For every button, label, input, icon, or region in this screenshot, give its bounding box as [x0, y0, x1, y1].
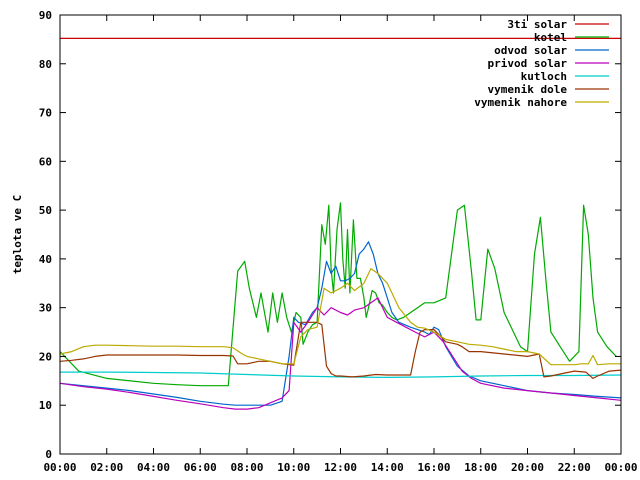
- x-tick-label: 04:00: [137, 461, 170, 474]
- legend-label: vymenik dole: [488, 83, 568, 96]
- x-tick-label: 16:00: [417, 461, 450, 474]
- y-tick-label: 20: [39, 350, 52, 363]
- y-tick-label: 60: [39, 155, 52, 168]
- y-tick-label: 90: [39, 9, 52, 22]
- x-tick-label: 14:00: [371, 461, 404, 474]
- y-tick-label: 40: [39, 253, 52, 266]
- x-tick-label: 20:00: [511, 461, 544, 474]
- y-axis-label: teplota ve C: [11, 195, 24, 274]
- legend-label: kotel: [534, 31, 567, 44]
- x-tick-label: 06:00: [184, 461, 217, 474]
- x-tick-label: 02:00: [90, 461, 123, 474]
- y-tick-label: 70: [39, 107, 52, 120]
- x-tick-label: 22:00: [558, 461, 591, 474]
- x-tick-label: 12:00: [324, 461, 357, 474]
- legend-label: 3ti solar: [507, 18, 567, 31]
- y-tick-label: 30: [39, 302, 52, 315]
- legend-label: privod solar: [488, 57, 568, 70]
- legend-label: odvod solar: [494, 44, 567, 57]
- y-tick-label: 50: [39, 204, 52, 217]
- x-tick-label: 08:00: [230, 461, 263, 474]
- x-tick-label: 10:00: [277, 461, 310, 474]
- y-tick-label: 0: [45, 448, 52, 461]
- legend-label: kutloch: [521, 70, 567, 83]
- x-tick-label: 00:00: [43, 461, 76, 474]
- x-tick-label: 18:00: [464, 461, 497, 474]
- y-tick-label: 10: [39, 399, 52, 412]
- legend-label: vymenik nahore: [474, 96, 567, 109]
- x-tick-label: 00:00: [604, 461, 637, 474]
- y-tick-label: 80: [39, 58, 52, 71]
- line-chart: 0 10 20 30 40 50 60 70 80 90 00:00 02:00 04:00 06:00 0…: [0, 0, 640, 480]
